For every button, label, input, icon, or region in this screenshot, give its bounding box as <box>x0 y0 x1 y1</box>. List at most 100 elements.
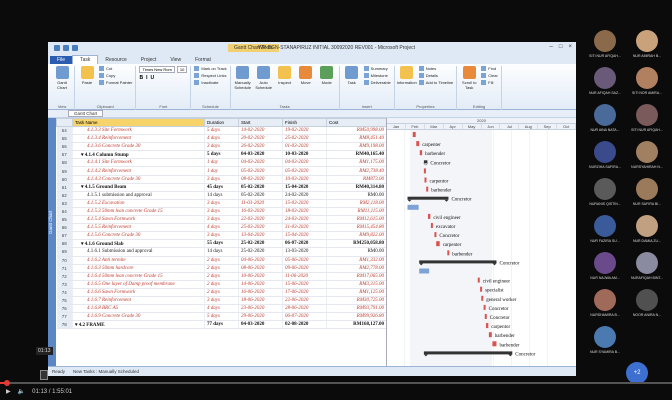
format-u-button[interactable]: U <box>150 75 154 81</box>
row-id[interactable]: 76 <box>56 304 73 314</box>
row-id[interactable]: 59 <box>56 166 73 176</box>
table-row[interactable]: 73 4.1.6.5 One layer of Damp proof membra… <box>56 280 386 289</box>
row-id[interactable]: 61 <box>56 183 73 192</box>
format-i-button[interactable]: I <box>146 75 147 81</box>
finish-cell[interactable]: 06-07-2020 <box>282 239 327 249</box>
table-row[interactable]: 67 4.1.5.6 Concrete Grade 30 3 days 13-04-2… <box>56 231 386 241</box>
row-id[interactable]: 70 <box>56 256 73 265</box>
duration-cell[interactable]: 2 days <box>204 256 239 265</box>
start-cell[interactable]: 05-03-2020 <box>238 166 283 176</box>
column-header[interactable]: Start <box>238 118 283 127</box>
duration-cell[interactable]: 5 days <box>204 150 239 160</box>
table-row[interactable]: 71 4.1.6.3 50mm hardcore 2 days 08-06-2020 0… <box>56 264 386 273</box>
duration-cell[interactable]: 3 days <box>204 175 239 184</box>
start-cell[interactable]: 29-06-2020 <box>238 312 283 322</box>
start-cell[interactable]: 13-04-2020 <box>238 231 283 241</box>
duration-cell[interactable]: 2 days <box>204 280 239 289</box>
task-name-cell[interactable]: 4.1.6.1 Submission and approval <box>72 247 205 257</box>
start-cell[interactable]: 08-03-2020 <box>238 175 283 184</box>
task-name-cell[interactable]: 4.1.5.2 Excavation <box>72 199 205 208</box>
column-header[interactable] <box>56 118 73 127</box>
duration-cell[interactable]: 4 days <box>204 223 239 233</box>
participant-tile[interactable]: NUR AMIRAH B... <box>626 30 668 66</box>
deliverable-button[interactable]: Deliverable <box>363 80 391 85</box>
cost-cell[interactable]: RM250,058.80 <box>326 239 386 249</box>
table-row[interactable]: 68 ▾ 4.1.6 Ground Slab 55 days 25-02-2020 06… <box>56 239 386 249</box>
duration-cell[interactable]: 14 days <box>204 247 239 257</box>
task-name-cell[interactable]: ▾ 4.1.6 Ground Slab <box>72 239 205 249</box>
finish-cell[interactable]: 24-03-2020 <box>282 215 327 225</box>
tab-view[interactable]: View <box>163 56 188 64</box>
table-row[interactable]: 74 4.1.6.6 Sawn Formwork 2 days 16-06-2020 1… <box>56 288 386 297</box>
task-name-cell[interactable]: 4.1.5.6 Concrete Grade 30 <box>72 231 205 241</box>
duration-cell[interactable]: 1 day <box>204 158 239 168</box>
tab-format[interactable]: Format <box>188 56 218 64</box>
row-id[interactable]: 71 <box>56 264 73 273</box>
task-name-cell[interactable]: 4.1.6.2 Anti termite <box>72 256 205 265</box>
duration-cell[interactable]: 4 days <box>204 304 239 314</box>
column-header[interactable]: Finish <box>282 118 327 127</box>
information-button[interactable]: Information <box>397 66 417 85</box>
row-id[interactable]: 54 <box>56 126 73 136</box>
finish-cell[interactable]: 11-06-2020 <box>282 272 327 281</box>
participant-tile[interactable]: NUR DAMIA ZU... <box>626 215 668 251</box>
task-name-cell[interactable]: 4.1.6.5 One layer of Damp proof membrane <box>72 280 205 289</box>
cost-cell[interactable]: RM1,332.00 <box>326 256 386 265</box>
summary-button[interactable]: Summary <box>363 66 391 71</box>
maximize-icon[interactable]: □ <box>559 44 563 50</box>
participant-tile[interactable]: SITI NUR AFIQAH... <box>584 30 626 66</box>
finish-cell[interactable]: 10-03-2020 <box>282 175 327 184</box>
start-cell[interactable]: 16-06-2020 <box>238 288 283 297</box>
inspect-button[interactable]: Inspect <box>276 66 294 85</box>
start-cell[interactable]: 10-06-2020 <box>238 272 283 281</box>
duration-cell[interactable]: 3 days <box>204 199 239 208</box>
task-name-cell[interactable]: 4.1.3.6 Concrete Grade 30 <box>72 142 205 152</box>
cost-cell[interactable]: RM12,615.00 <box>326 215 386 225</box>
column-header[interactable]: Cost <box>326 118 386 127</box>
milestone-button[interactable]: Milestone <box>363 73 391 78</box>
duration-cell[interactable]: 3 days <box>204 215 239 225</box>
cost-cell[interactable]: RM99,926.80 <box>326 312 386 322</box>
progress-track[interactable] <box>0 382 672 384</box>
finish-cell[interactable]: 19-02-2020 <box>282 126 327 136</box>
paste-button[interactable]: Paste <box>78 66 96 85</box>
participant-tile[interactable]: NURSYAHIRAH N... <box>626 141 668 177</box>
table-row[interactable]: 72 4.1.6.4 50mm lean concrete Grade 15 2 d… <box>56 272 386 281</box>
finish-cell[interactable]: 25-02-2020 <box>282 134 327 144</box>
row-id[interactable]: 72 <box>56 272 73 281</box>
format-painter-button[interactable]: Format Painter <box>99 80 132 85</box>
row-id[interactable]: 75 <box>56 296 73 306</box>
task-name-cell[interactable]: 4.1.5.1 submission and approval <box>72 191 205 200</box>
finish-cell[interactable]: 22-06-2020 <box>282 296 327 306</box>
duration-cell[interactable]: 3 days <box>204 142 239 152</box>
start-cell[interactable]: 23-06-2020 <box>238 304 283 314</box>
fill-button[interactable]: Fill <box>481 80 498 85</box>
participant-tile[interactable]: NOOR ANIRA N... <box>626 289 668 325</box>
copy-button[interactable]: Copy <box>99 73 132 78</box>
row-id[interactable]: 69 <box>56 247 73 257</box>
duration-cell[interactable]: 1 day <box>204 166 239 176</box>
task-name-cell[interactable]: 4.1.6.3 50mm hardcore <box>72 264 205 273</box>
task-name-cell[interactable]: ▾ 4.1.4 Column Stump <box>72 150 205 160</box>
manually-schedule-button[interactable]: Manually Schedule <box>234 66 252 90</box>
cost-cell[interactable]: RM40,165.40 <box>326 150 386 160</box>
row-id[interactable]: 66 <box>56 223 73 233</box>
task-name-cell[interactable]: 4.1.6.9 Concrete Grade 30 <box>72 312 205 322</box>
tab-project[interactable]: Project <box>134 56 164 64</box>
finish-cell[interactable]: 05-06-2020 <box>282 256 327 265</box>
duration-cell[interactable]: 3 days <box>204 231 239 241</box>
cost-cell[interactable]: RM9,198.00 <box>326 142 386 152</box>
font-name-select[interactable]: Times New Rom <box>139 66 175 73</box>
start-cell[interactable]: 26-02-2020 <box>238 142 283 152</box>
task-name-cell[interactable]: 4.1.5.4 Sawn Formwork <box>72 215 205 225</box>
cost-cell[interactable]: RM8,451.40 <box>326 134 386 144</box>
status-task-mode[interactable]: New Tasks : Manually Scheduled <box>73 369 139 374</box>
format-b-button[interactable]: B <box>139 75 143 81</box>
column-header[interactable]: Task Name <box>72 118 205 127</box>
row-id[interactable]: 74 <box>56 288 73 297</box>
task-name-cell[interactable]: 4.1.4.2 Reinforcement <box>72 166 205 176</box>
participant-tile[interactable]: NUR SAFIRA BI... <box>626 178 668 214</box>
table-row[interactable]: 62 4.1.5.1 submission and approval 14 days… <box>56 191 386 200</box>
finish-cell[interactable]: 31-03-2020 <box>282 223 327 233</box>
table-row[interactable]: 69 4.1.6.1 Submission and approval 14 days… <box>56 247 386 257</box>
